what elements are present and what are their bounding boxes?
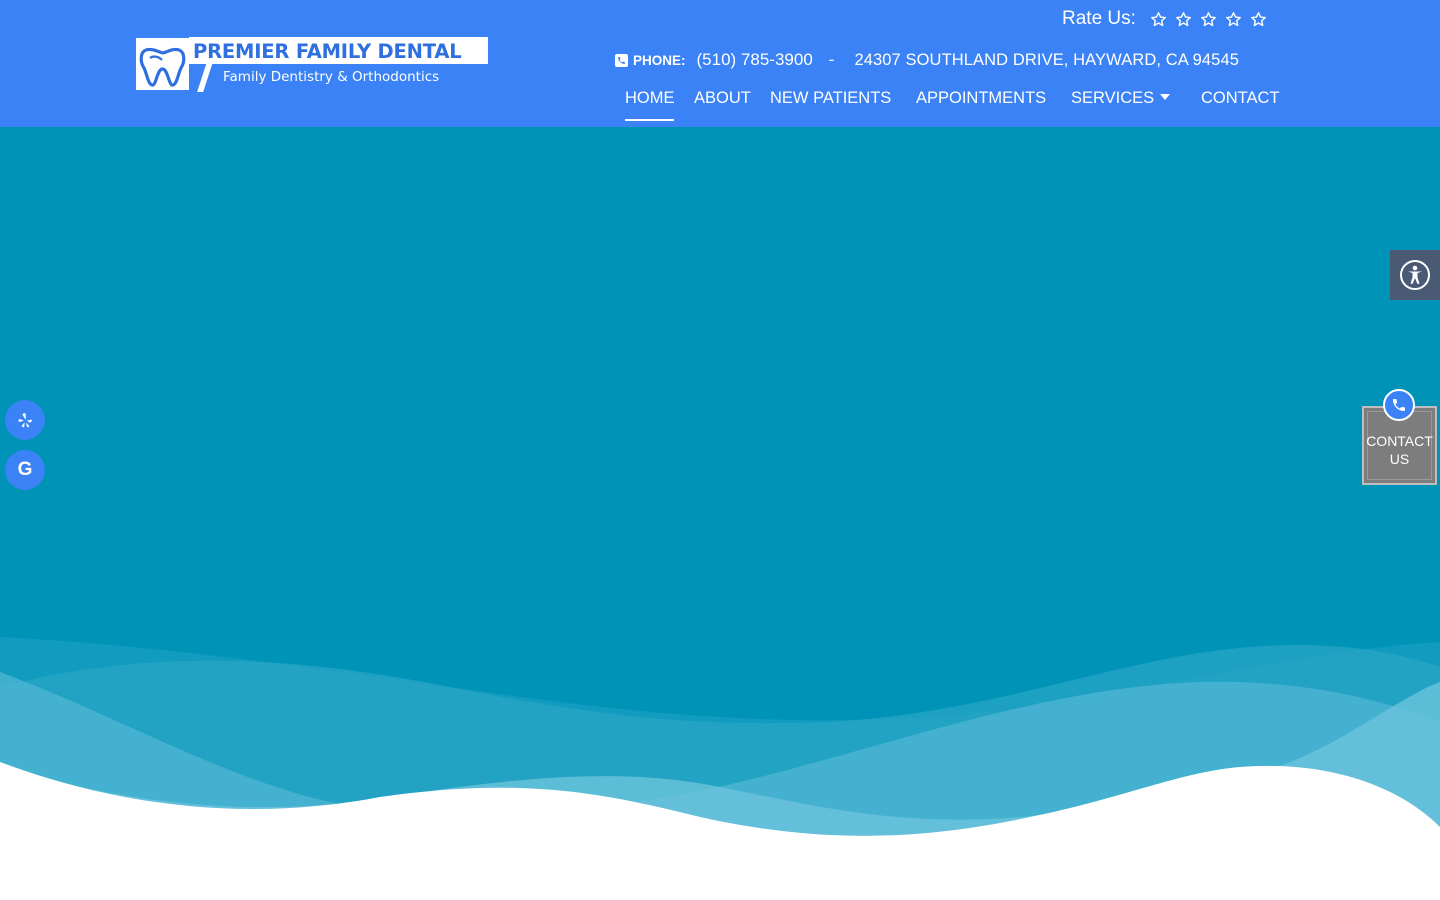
logo-tagline: Family Dentistry & Orthodontics (223, 69, 440, 85)
rate-us-label: Rate Us: (1062, 8, 1136, 29)
star-icon-3[interactable] (1196, 7, 1221, 31)
accessibility-icon (1400, 260, 1430, 290)
nav-appointments[interactable]: APPOINTMENTS (916, 89, 1046, 108)
caret-down-icon (1160, 93, 1171, 100)
nav-active-underline (625, 119, 674, 121)
nav-services-label: SERVICES (1071, 89, 1155, 107)
phone-label: PHONE: (633, 52, 686, 68)
separator: - (828, 50, 835, 69)
address-link[interactable]: 24307 SOUTHLAND DRIVE, HAYWARD, CA 94545 (854, 51, 1239, 70)
contact-bar: PHONE: (510) 785-3900 - 24307 SOUTHLAND … (615, 49, 1239, 71)
site-header: PREMIER FAMILY DENTAL Family Dentistry &… (0, 0, 1440, 127)
yelp-button[interactable] (5, 400, 45, 440)
accessibility-button[interactable] (1390, 250, 1440, 300)
star-icon-5[interactable] (1246, 7, 1271, 31)
google-icon: G (17, 459, 33, 480)
nav-home[interactable]: HOME (625, 89, 675, 108)
nav-about[interactable]: ABOUT (694, 89, 751, 108)
contact-us-line-1: CONTACT (1366, 433, 1433, 449)
nav-services[interactable]: SERVICES (1071, 89, 1171, 108)
contact-us-line-2: US (1389, 451, 1410, 467)
google-button[interactable]: G (5, 450, 45, 490)
logo[interactable]: PREMIER FAMILY DENTAL Family Dentistry &… (136, 37, 488, 92)
rate-us: Rate Us: (1062, 7, 1271, 31)
star-icon-1[interactable] (1146, 7, 1171, 31)
nav-contact[interactable]: CONTACT (1201, 89, 1280, 108)
yelp-icon (18, 413, 32, 428)
contact-us-label: CONTACT US (1364, 432, 1435, 468)
hero-waves (0, 637, 1440, 900)
logo-slash (197, 62, 213, 92)
nav-new-patients[interactable]: NEW PATIENTS (770, 89, 891, 108)
logo-title: PREMIER FAMILY DENTAL (193, 40, 462, 63)
phone-icon (615, 53, 628, 67)
tooth-logo-icon (136, 38, 189, 90)
star-icon-2[interactable] (1171, 7, 1196, 31)
contact-phone-icon[interactable] (1383, 389, 1415, 421)
hero-section (0, 127, 1440, 900)
star-icon-4[interactable] (1221, 7, 1246, 31)
phone-number-link[interactable]: (510) 785-3900 (697, 50, 813, 70)
